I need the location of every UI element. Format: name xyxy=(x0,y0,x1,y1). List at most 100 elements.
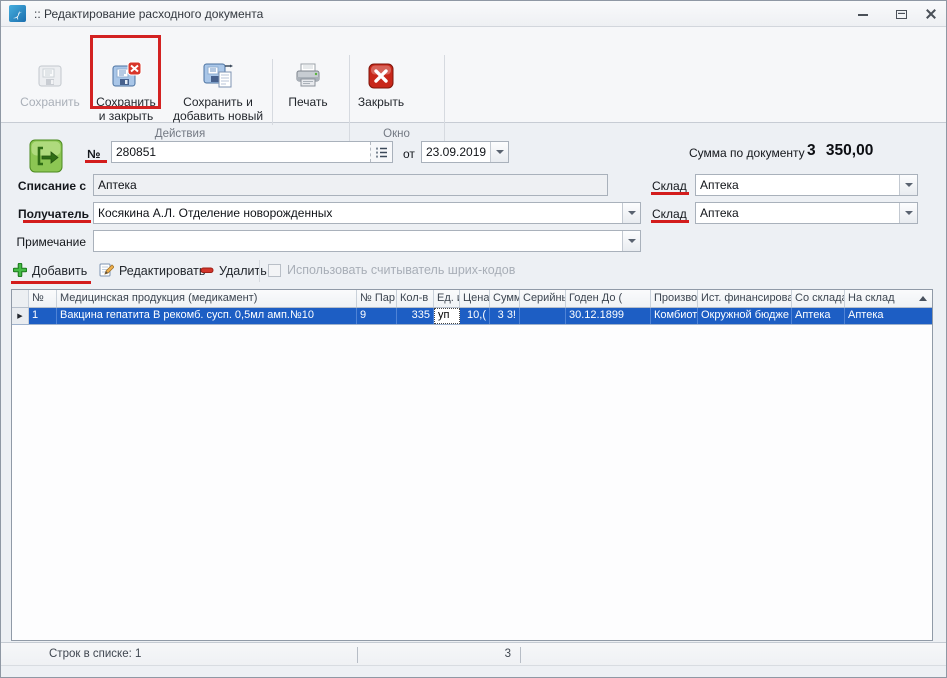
cell-batch: 9 xyxy=(357,308,397,324)
titlebar: :: Редактирование расходного документа xyxy=(1,1,946,27)
grid-header-sum[interactable]: Сумм xyxy=(490,290,520,307)
warehouse2-combo[interactable]: Аптека xyxy=(695,202,918,224)
note-combo[interactable] xyxy=(93,230,641,252)
ribbon-group-separator xyxy=(444,55,445,143)
maximize-button[interactable] xyxy=(890,5,912,23)
minimize-button[interactable] xyxy=(852,5,874,23)
cell-price: 10,( xyxy=(460,308,490,324)
rows-count-label: Строк в списке: 1 xyxy=(49,648,141,660)
edit-row-button[interactable]: Редактировать xyxy=(99,259,205,283)
status-bar: Строк в списке: 1 3 xyxy=(1,642,946,666)
status-center-value: 3 xyxy=(421,648,511,660)
close-window-label: Закрыть xyxy=(358,95,404,109)
barcode-checkbox xyxy=(268,264,281,277)
add-row-button[interactable]: Добавить xyxy=(13,259,87,283)
grid-header-batch[interactable]: № Пар xyxy=(357,290,397,307)
close-button[interactable] xyxy=(920,5,942,23)
recipient-dropdown-button[interactable] xyxy=(622,203,640,223)
items-grid: № Медицинская продукция (медикамент) № П… xyxy=(11,289,933,641)
grid-header-serial[interactable]: Серийны xyxy=(520,290,566,307)
grid-header-manufacturer[interactable]: Производит xyxy=(651,290,698,307)
warehouse2-label: Склад xyxy=(652,207,687,221)
grid-header-num[interactable]: № xyxy=(29,290,57,307)
note-label: Примечание xyxy=(11,235,86,249)
annotation-underline-doc-number xyxy=(85,160,107,163)
plus-icon xyxy=(13,263,27,280)
window-title: :: Редактирование расходного документа xyxy=(34,7,263,21)
maximize-icon xyxy=(896,10,907,19)
grid-header-qty[interactable]: Кол-в xyxy=(397,290,434,307)
doc-number-label: № xyxy=(87,147,100,161)
warehouse1-value: Аптека xyxy=(696,178,899,192)
document-total-value: 3 350,00 xyxy=(807,142,873,160)
save-and-add-new-label: Сохранить и xyxy=(183,95,253,109)
cell-sum: 3 3! xyxy=(490,308,520,324)
annotation-underline-add-button xyxy=(11,281,91,284)
annotation-underline-recipient xyxy=(23,220,91,223)
grid-header-funding[interactable]: Ист. финансирова xyxy=(698,290,792,307)
print-icon xyxy=(293,57,323,95)
save-button: Сохранить xyxy=(15,57,85,129)
save-label: Сохранить xyxy=(20,95,80,109)
grid-header-price[interactable]: Цена xyxy=(460,290,490,307)
doc-number-input[interactable] xyxy=(111,141,371,163)
close-icon xyxy=(925,8,937,20)
stork-logo-icon xyxy=(11,7,24,20)
grid-header-from-warehouse[interactable]: Со склада xyxy=(792,290,845,307)
recipient-label: Получатель xyxy=(11,207,89,221)
print-button[interactable]: Печать xyxy=(281,57,335,129)
sort-asc-icon xyxy=(919,296,927,301)
cell-product: Вакцина гепатита В рекомб. сусп. 0,5мл а… xyxy=(57,308,357,324)
recipient-combo[interactable]: Косякина А.Л. Отделение новорожденных xyxy=(93,202,641,224)
date-picker[interactable]: 23.09.2019 xyxy=(421,141,509,163)
grid-header-expiry[interactable]: Годен До ( xyxy=(566,290,651,307)
warehouse2-value: Аптека xyxy=(696,206,899,220)
ribbon-separator xyxy=(272,59,273,125)
save-and-add-new-button[interactable]: Сохранить и добавить новый xyxy=(167,57,269,129)
warehouse1-label: Склад xyxy=(652,179,687,193)
cell-num: 1 xyxy=(29,308,57,324)
grid-header-unit[interactable]: Ед. и: xyxy=(434,290,460,307)
delete-row-button[interactable]: Удалить xyxy=(200,259,267,283)
chevron-down-icon xyxy=(628,239,636,243)
save-and-add-new-icon xyxy=(201,57,235,95)
cell-funding: Окружной бюдже xyxy=(698,308,792,324)
cell-manufacturer: Комбиотех xyxy=(651,308,698,324)
writeoff-field: Аптека xyxy=(93,174,608,196)
date-dropdown-button[interactable] xyxy=(490,142,508,162)
add-row-label: Добавить xyxy=(32,264,87,278)
grid-header-product[interactable]: Медицинская продукция (медикамент) xyxy=(57,290,357,307)
doc-number-list-button[interactable] xyxy=(370,141,393,163)
cell-unit[interactable]: уп xyxy=(434,308,460,324)
writeoff-value: Аптека xyxy=(94,178,607,192)
grid-header-row: № Медицинская продукция (медикамент) № П… xyxy=(12,290,932,308)
grid-header-to-warehouse[interactable]: На склад xyxy=(845,290,932,307)
recipient-value: Косякина А.Л. Отделение новорожденных xyxy=(94,206,622,220)
close-window-icon xyxy=(367,57,395,95)
table-row[interactable]: ▶ 1 Вакцина гепатита В рекомб. сусп. 0,5… xyxy=(12,308,932,325)
numbered-list-icon xyxy=(370,142,392,162)
edit-row-label: Редактировать xyxy=(119,264,205,278)
cell-to-warehouse: Аптека xyxy=(845,308,932,324)
warehouse2-dropdown-button[interactable] xyxy=(899,203,917,223)
app-icon xyxy=(9,5,26,22)
close-window-button[interactable]: Закрыть xyxy=(353,57,409,129)
date-value: 23.09.2019 xyxy=(422,145,490,159)
chevron-down-icon xyxy=(905,211,913,215)
row-indicator-icon: ▶ xyxy=(12,308,29,324)
status-divider xyxy=(357,647,358,663)
note-dropdown-button[interactable] xyxy=(622,231,640,251)
cell-serial xyxy=(520,308,566,324)
pencil-icon xyxy=(99,262,114,280)
actions-separator xyxy=(259,260,260,282)
writeoff-label: Списание с xyxy=(11,179,86,193)
annotation-underline-warehouse2 xyxy=(651,220,689,223)
chevron-down-icon xyxy=(628,211,636,215)
warehouse1-combo[interactable]: Аптека xyxy=(695,174,918,196)
document-total-label: Сумма по документу xyxy=(689,146,805,160)
warehouse1-dropdown-button[interactable] xyxy=(899,175,917,195)
date-label: от xyxy=(403,147,415,161)
window: :: Редактирование расходного документа С… xyxy=(0,0,947,678)
annotation-rect-save-and-close xyxy=(90,35,161,109)
minimize-icon xyxy=(858,13,868,16)
